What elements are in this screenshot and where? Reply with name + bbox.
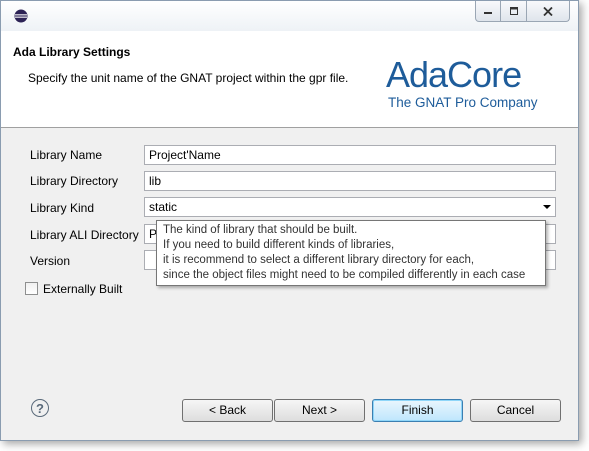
next-button[interactable]: Next > <box>274 399 365 422</box>
title-bar[interactable] <box>1 1 578 31</box>
page-description: Specify the unit name of the GNAT projec… <box>28 71 349 85</box>
externally-built-label[interactable]: Externally Built <box>43 282 122 296</box>
back-button[interactable]: < Back <box>182 399 273 422</box>
eclipse-icon <box>14 9 28 23</box>
chevron-down-icon[interactable] <box>543 205 551 209</box>
wizard-header: Ada Library Settings Specify the unit na… <box>1 31 578 128</box>
help-icon[interactable]: ? <box>31 399 49 417</box>
finish-button[interactable]: Finish <box>372 399 463 422</box>
library-directory-input[interactable]: lib <box>144 171 556 191</box>
tooltip-line: it is recommend to select a different li… <box>163 254 475 266</box>
library-ali-directory-label: Library ALI Directory <box>30 228 139 242</box>
logo-tagline: The GNAT Pro Company <box>388 95 538 110</box>
close-button[interactable] <box>527 1 570 22</box>
library-directory-label: Library Directory <box>30 174 119 188</box>
tooltip-line: If you need to build different kinds of … <box>163 239 395 251</box>
version-label: Version <box>30 254 71 268</box>
tooltip-line: The kind of library that should be built… <box>163 224 358 236</box>
page-title: Ada Library Settings <box>13 45 131 59</box>
adacore-logo: AdaCore The GNAT Pro Company <box>386 54 561 111</box>
maximize-button[interactable] <box>501 1 527 22</box>
minimize-icon <box>484 12 492 14</box>
cancel-button[interactable]: Cancel <box>470 399 561 422</box>
library-name-input[interactable]: Project'Name <box>144 145 556 165</box>
library-name-label: Library Name <box>30 148 103 162</box>
library-kind-tooltip: The kind of library that should be built… <box>156 220 546 286</box>
externally-built-checkbox[interactable] <box>25 282 38 295</box>
tooltip-line: since the object files might need to be … <box>163 269 526 281</box>
minimize-button[interactable] <box>475 1 501 22</box>
library-kind-label: Library Kind <box>30 201 95 215</box>
logo-wordmark: AdaCore <box>386 54 522 95</box>
close-icon <box>543 6 553 16</box>
window-controls <box>475 1 570 22</box>
library-kind-value: static <box>149 200 178 214</box>
library-kind-select[interactable]: static <box>144 197 556 217</box>
wizard-dialog: Ada Library Settings Specify the unit na… <box>0 0 579 441</box>
maximize-icon <box>509 7 518 15</box>
